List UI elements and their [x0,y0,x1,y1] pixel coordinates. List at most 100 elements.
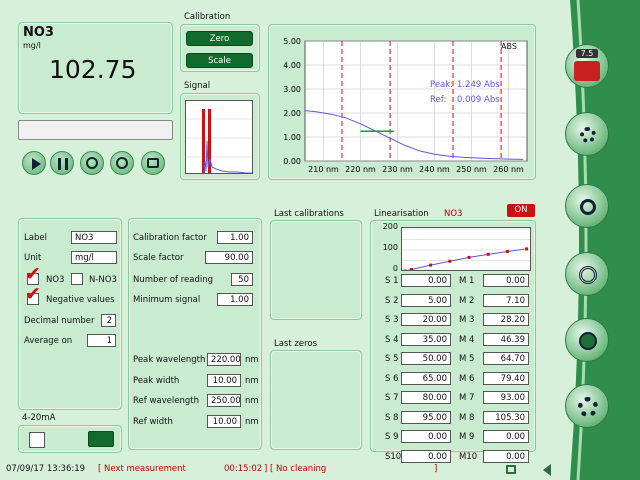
communication-button[interactable] [565,252,609,296]
linearisation-s-label: S10 [385,451,402,462]
number-of-reading-field[interactable]: 50 [231,273,253,286]
play-icon [32,158,41,170]
nno3-checkbox[interactable] [71,273,83,285]
valve-button[interactable] [141,151,165,175]
wrench-gear-icon [578,397,598,417]
linearisation-s-field[interactable]: 0.00 [401,274,451,287]
calibration-params-panel: Calibration factor 1.00 Scale factor 90.… [128,218,262,450]
linearisation-m-label: M 1 [459,276,475,286]
last-zeros-title: Last zeros [274,339,318,349]
spectrum-y-tick: 5.00 [283,37,301,46]
calibration-panel: Zero Scale [180,24,260,72]
minimum-signal-field[interactable]: 1.00 [217,293,253,306]
linearisation-m-field[interactable]: 7.10 [483,293,529,307]
linearisation-on-toggle[interactable]: ON [507,204,535,217]
linearisation-y-tick: 100 [382,243,398,252]
ref-wavelength-field[interactable]: 250.00 [207,394,241,407]
globe-icon [579,332,597,350]
linearisation-m-label: M 5 [459,354,475,364]
linearisation-point [448,259,452,263]
linearisation-s-field[interactable]: 80.00 [401,391,451,404]
scale-button[interactable]: Scale [186,53,253,68]
linearisation-point [505,249,509,253]
decimal-number-label: Decimal number [24,316,95,326]
linearisation-y-tick: 0 [392,264,398,273]
linearisation-s-label: S 3 [385,315,399,325]
peak-wavelength-field[interactable]: 220.00 [207,353,241,366]
status-countdown: 00:15:02 [224,464,263,474]
analog-output-toggle[interactable] [88,431,114,447]
spectrum-x-tick: 260 nm [493,165,524,174]
linearisation-m-label: M 9 [459,432,475,442]
status-cleaning: ] [ No cleaning [264,464,327,474]
pump-icon [86,157,98,169]
maintenance-button[interactable] [565,112,609,156]
progress-bar [18,120,173,140]
measurement-screen-button[interactable]: 7.5 [565,44,609,88]
peak-width-field[interactable]: 10.00 [207,374,241,387]
linearisation-m-field[interactable]: 93.00 [483,391,529,404]
ref-width-unit: nm [245,417,259,427]
unit-field[interactable]: mg/l [71,251,117,264]
pause-button[interactable] [50,151,74,175]
last-calibrations-title: Last calibrations [274,209,344,219]
linearisation-s-field[interactable]: 5.00 [401,293,451,307]
peak-label: Peak: [430,80,454,90]
linearisation-y-tick: 200 [382,222,398,231]
linearisation-s-field[interactable]: 0.00 [401,430,451,443]
linearisation-m-field[interactable]: 64.70 [483,352,529,365]
network-button[interactable] [565,318,609,362]
zero-button[interactable]: Zero [186,31,253,46]
status-close-bracket: ] [434,464,438,474]
measurement-panel: NO3 mg/l 102.75 [18,22,173,114]
peak-wavelength-unit: nm [245,355,259,365]
play-button[interactable] [22,151,46,175]
linearisation-m-field[interactable]: 79.40 [483,371,529,385]
pump-button[interactable] [80,151,104,175]
clock-icon [580,199,596,215]
linearisation-s-field[interactable]: 50.00 [401,352,451,365]
linearisation-s-label: S 6 [385,373,399,384]
spectrum-y-tick: 1.00 [283,133,301,142]
scale-factor-field[interactable]: 90.00 [205,251,253,264]
peak-wavelength-label: Peak wavelength [133,355,206,365]
linearisation-m-field[interactable]: 0.00 [483,430,529,443]
linearisation-m-label: M 3 [459,315,475,325]
label-field[interactable]: NO3 [71,231,117,244]
linearisation-m-field[interactable]: 0.00 [483,449,529,463]
ref-width-field[interactable]: 10.00 [207,415,241,428]
linearisation-s-field[interactable]: 65.00 [401,371,451,385]
wireless-icon [579,266,597,284]
ref-wavelength-label: Ref wavelength [133,396,199,406]
spectrum-x-tick: 250 nm [456,165,487,174]
linearisation-m-field[interactable]: 105.30 [483,410,529,424]
measurement-value: 102.75 [49,55,137,84]
ref-label: Ref: [430,95,447,105]
linearisation-s-field[interactable]: 95.00 [401,410,451,424]
scale-factor-label: Scale factor [133,253,184,263]
analog-output-title: 4-20mA [22,413,56,423]
calibration-factor-label: Calibration factor [133,233,207,243]
analog-output-checkbox[interactable] [29,432,45,448]
linearisation-s-label: S 2 [385,295,399,306]
peak-value: 1.249 Abs [457,80,500,90]
no3-label: NO3 [46,275,65,285]
signal-chart [185,100,253,174]
average-on-field[interactable]: 1 [87,334,116,347]
linearisation-s-field[interactable]: 35.00 [401,332,451,346]
linearisation-m-field[interactable]: 0.00 [483,274,529,287]
linearisation-m-field[interactable]: 46.39 [483,332,529,346]
history-button[interactable] [565,184,609,228]
linearisation-s-field[interactable]: 20.00 [401,313,451,326]
rinse-button[interactable] [110,151,134,175]
linearisation-m-field[interactable]: 28.20 [483,313,529,326]
settings-button[interactable] [565,384,609,428]
label-label: Label [24,233,47,243]
calibration-factor-field[interactable]: 1.00 [217,231,253,244]
speaker-icon[interactable] [543,464,551,476]
linearisation-s-field[interactable]: 0.00 [401,449,451,463]
lock-icon[interactable] [506,465,516,474]
decimal-number-field[interactable]: 2 [101,314,116,327]
negative-values-label: Negative values [46,295,115,305]
spectrum-panel: 0.00 1.00 2.00 3.00 4.00 5.00 210 nm 220 nm 230 … [268,24,536,180]
